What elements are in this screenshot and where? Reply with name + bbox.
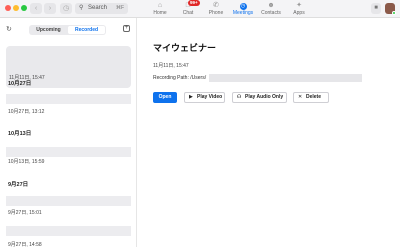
tab-phone[interactable]: ✆ Phone [203, 1, 229, 17]
close-icon: ✕ [298, 94, 303, 100]
chat-unread-badge: 99+ [188, 0, 200, 6]
page-title: マイウェビナー [153, 43, 217, 53]
close-window-button[interactable] [5, 5, 11, 11]
delete-button[interactable]: ✕ Delete [293, 92, 329, 103]
history-icon[interactable]: ◷ [60, 3, 72, 14]
recording-time: 11月11日, 15:47 [153, 63, 189, 69]
list-item-bar[interactable] [6, 226, 131, 236]
tab-apps[interactable]: ✦ Apps [286, 1, 312, 17]
search-input[interactable]: ⚲ Search ⌘F [75, 3, 128, 14]
list-item[interactable]: 10月13日, 15:59 [8, 158, 44, 165]
date-header: 10月27日 [8, 81, 32, 87]
recordings-sidebar: ↻ Upcoming Recorded + 11月11日, 15:47 10月2… [0, 18, 137, 248]
contacts-icon: ☻ [267, 2, 275, 9]
search-icon: ⚲ [79, 5, 84, 11]
apps-icon: ✦ [296, 2, 302, 9]
recording-path-label: Recording Path: /Users/ [153, 75, 207, 81]
list-item-bar[interactable] [6, 147, 131, 157]
list-item-bar[interactable] [6, 196, 131, 206]
open-button[interactable]: Open [153, 92, 177, 103]
add-icon[interactable]: + [123, 25, 130, 32]
tab-meetings[interactable]: ◷ Meetings [230, 1, 256, 17]
date-header: 10月13日 [8, 131, 32, 137]
online-status-dot [392, 11, 396, 15]
recordings-tab-switch: Upcoming Recorded [29, 25, 106, 35]
play-icon: ▶ [189, 94, 193, 100]
list-item[interactable]: 9月27日, 15:01 [8, 209, 42, 216]
title-bar: ‹ › ◷ ⚲ Search ⌘F ⌂ Home □ 99+ Chat ✆ Ph… [0, 0, 400, 18]
avatar[interactable] [385, 3, 396, 15]
play-video-button[interactable]: ▶ Play Video [184, 92, 225, 103]
date-header: 9月27日 [8, 182, 29, 188]
recording-detail: マイウェビナー 11月11日, 15:47 Recording Path: /U… [138, 18, 400, 247]
back-arrow-icon[interactable]: ‹ [30, 3, 42, 14]
tab-recorded[interactable]: Recorded [68, 26, 105, 34]
list-item-bar[interactable] [6, 94, 131, 104]
home-icon: ⌂ [157, 2, 163, 9]
forward-arrow-icon[interactable]: › [44, 3, 56, 14]
phone-icon: ✆ [213, 2, 219, 9]
list-item[interactable]: 10月27日, 13:12 [8, 108, 44, 115]
tab-chat[interactable]: □ 99+ Chat [175, 0, 201, 17]
tab-upcoming[interactable]: Upcoming [30, 26, 67, 34]
refresh-icon[interactable]: ↻ [6, 25, 12, 33]
headphones-icon: ☊ [237, 94, 242, 100]
recording-path-value [209, 74, 362, 82]
tab-contacts[interactable]: ☻ Contacts [258, 1, 284, 17]
play-audio-button[interactable]: ☊ Play Audio Only [232, 92, 287, 103]
clock-icon: ◷ [239, 3, 247, 10]
minimize-window-button[interactable] [13, 5, 19, 11]
zoom-window-button[interactable] [21, 5, 27, 11]
tab-home[interactable]: ⌂ Home [147, 1, 173, 17]
shield-icon[interactable]: ■ [371, 3, 381, 14]
